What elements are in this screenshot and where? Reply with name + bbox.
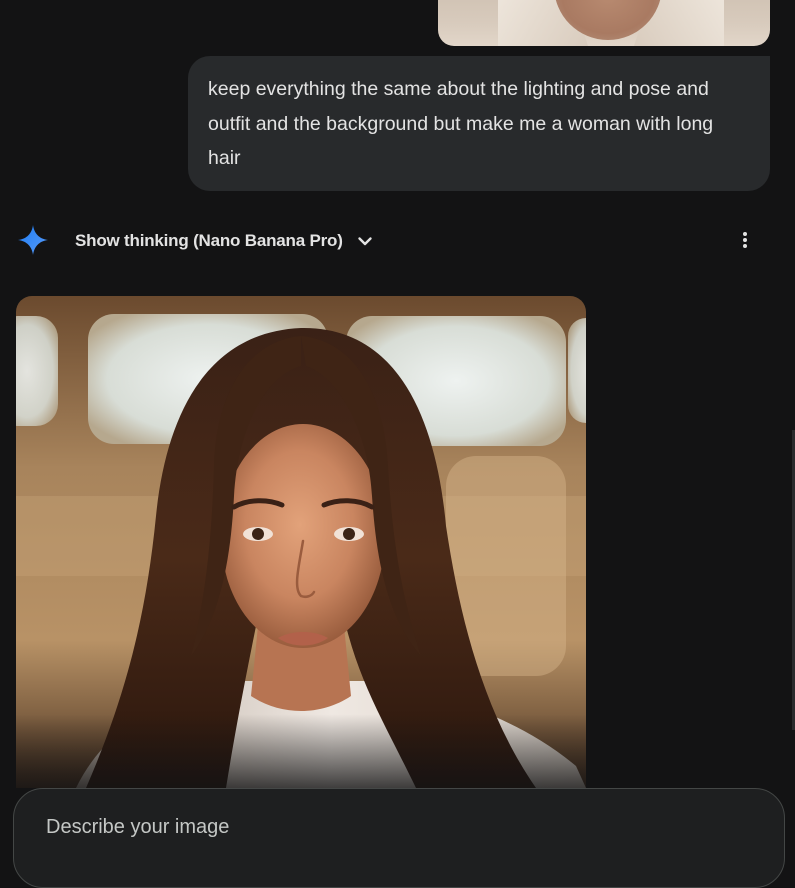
describe-image-input[interactable]: [44, 811, 748, 843]
show-thinking-toggle[interactable]: Show thinking (Nano Banana Pro): [75, 229, 374, 253]
show-thinking-label: Show thinking (Nano Banana Pro): [75, 231, 343, 250]
prompt-composer[interactable]: [13, 788, 785, 888]
gemini-sparkle-icon: [17, 224, 49, 256]
previous-generated-image[interactable]: [438, 0, 770, 46]
chevron-down-icon: [356, 232, 374, 250]
more-vert-icon: [742, 231, 748, 254]
more-options-button[interactable]: [733, 230, 757, 254]
user-message-bubble: keep everything the same about the light…: [188, 56, 770, 191]
user-message-text: keep everything the same about the light…: [208, 78, 714, 169]
generated-image[interactable]: [16, 296, 586, 788]
portrait-illustration: [16, 296, 586, 788]
